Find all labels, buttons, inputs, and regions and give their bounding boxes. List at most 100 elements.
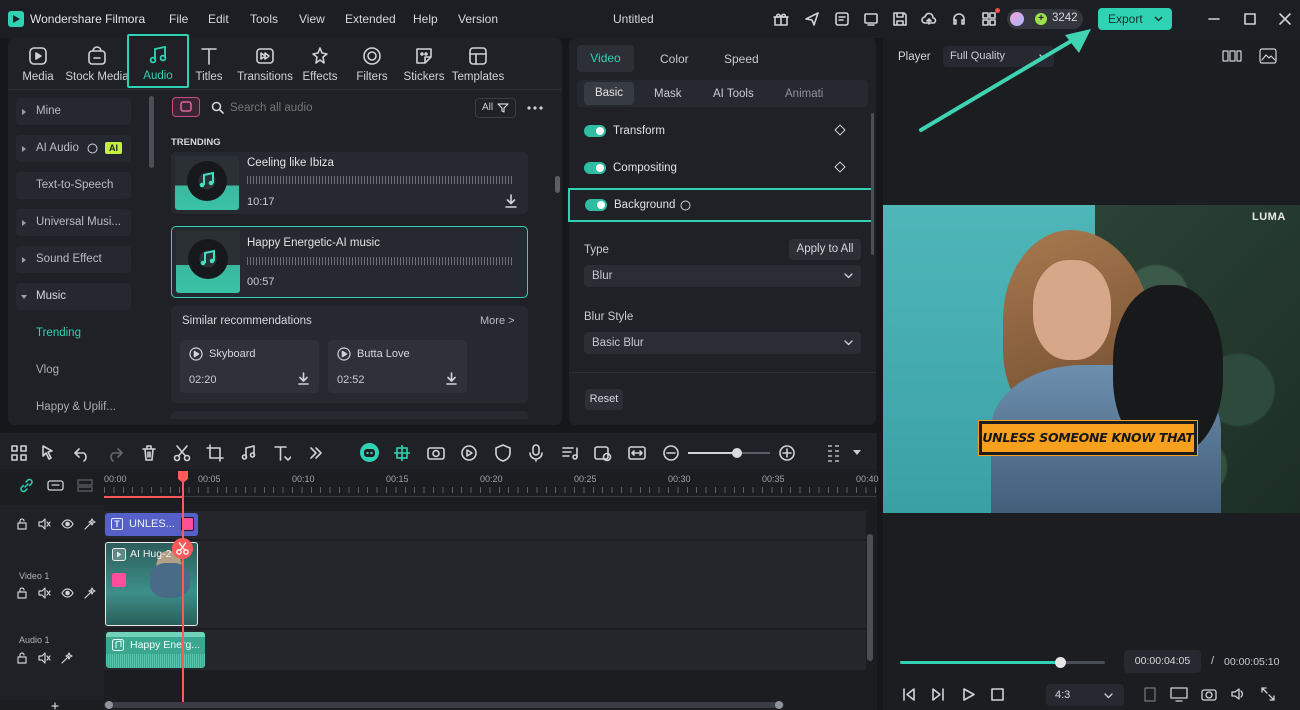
tab-video[interactable]: Video <box>577 45 634 72</box>
stop-icon[interactable] <box>990 687 1005 702</box>
tab-media[interactable]: Media <box>10 42 66 88</box>
fit-timeline-icon[interactable] <box>628 444 646 462</box>
auto-reframe-icon[interactable] <box>427 444 445 462</box>
more-tools-icon[interactable] <box>307 444 325 462</box>
mute-icon[interactable] <box>38 518 51 530</box>
render-preview-icon[interactable] <box>594 444 612 462</box>
subtab-basic[interactable]: Basic <box>584 82 634 105</box>
zoom-in-icon[interactable] <box>778 444 796 462</box>
timeline-vertical-scrollbar[interactable] <box>867 534 873 661</box>
tab-templates[interactable]: Templates <box>450 42 506 88</box>
help-circle-icon[interactable] <box>87 143 98 154</box>
title-clip[interactable]: T UNLES... <box>105 513 198 536</box>
play-circle-icon[interactable] <box>189 347 203 361</box>
aspect-ratio-dropdown[interactable]: 4:3 <box>1046 684 1124 706</box>
search-input[interactable] <box>230 99 460 117</box>
play-circle-icon[interactable] <box>337 347 351 361</box>
crop-icon[interactable] <box>206 444 224 462</box>
tab-effects[interactable]: Effects <box>292 42 348 88</box>
text-tool-icon[interactable] <box>273 444 291 462</box>
sidebar-item-ai-audio[interactable]: AI Audio AI <box>16 135 131 162</box>
shield-icon[interactable] <box>494 444 512 462</box>
compositing-toggle[interactable] <box>584 162 606 174</box>
send-icon[interactable] <box>804 11 820 27</box>
audio-list-scrollbar[interactable] <box>555 176 560 193</box>
tab-color[interactable]: Color <box>660 52 689 66</box>
minimize-icon[interactable] <box>1207 12 1221 26</box>
link-icon[interactable] <box>19 478 34 493</box>
lock-icon[interactable] <box>16 587 28 599</box>
tab-titles[interactable]: Titles <box>181 42 237 88</box>
sidebar-item-trending[interactable]: Trending <box>16 320 131 347</box>
timeline-horizontal-scrollbar[interactable] <box>104 701 784 709</box>
help-circle-icon[interactable] <box>680 200 691 211</box>
save-icon[interactable] <box>892 11 908 27</box>
audio-edit-icon[interactable] <box>240 444 258 462</box>
chevron-down-icon[interactable] <box>853 450 861 456</box>
audio-track-card[interactable]: Ceeling like Ibiza 10:17 <box>171 152 528 214</box>
lock-icon[interactable] <box>16 518 28 530</box>
magic-wand-icon[interactable] <box>84 587 96 599</box>
redo-icon[interactable] <box>106 444 124 462</box>
layout-grid-icon[interactable] <box>10 444 28 462</box>
audio-mixer-icon[interactable] <box>561 444 579 462</box>
speed-icon[interactable] <box>460 444 478 462</box>
ai-mate-icon[interactable] <box>360 443 379 462</box>
menu-file[interactable]: File <box>169 12 188 26</box>
sidebar-item-happy-uplifting[interactable]: Happy & Uplif... <box>16 394 131 421</box>
menu-version[interactable]: Version <box>458 12 498 26</box>
eye-icon[interactable] <box>61 588 74 598</box>
maximize-icon[interactable] <box>1243 12 1257 26</box>
menu-help[interactable]: Help <box>413 12 438 26</box>
sidebar-item-mine[interactable]: Mine <box>16 98 131 125</box>
download-icon[interactable] <box>504 194 518 208</box>
video-preview[interactable]: LUMA UNLESS SOMEONE KNOW THAT <box>883 205 1300 513</box>
sidebar-item-sound-effect[interactable]: Sound Effect <box>16 246 131 273</box>
eye-icon[interactable] <box>61 519 74 529</box>
tab-speed[interactable]: Speed <box>724 52 759 66</box>
previous-frame-icon[interactable] <box>901 687 916 702</box>
progress-handle[interactable] <box>1054 657 1066 668</box>
progress-track[interactable] <box>900 657 1105 668</box>
keyframe-diamond-icon[interactable] <box>834 161 846 173</box>
play-icon[interactable] <box>961 687 976 702</box>
audio-library-logo-icon[interactable] <box>172 97 200 117</box>
caption-box[interactable]: UNLESS SOMEONE KNOW THAT <box>979 421 1197 455</box>
filter-dropdown[interactable]: All <box>475 98 516 118</box>
playhead-handle[interactable] <box>177 470 189 484</box>
next-frame-icon[interactable] <box>931 687 946 702</box>
background-row[interactable]: Background <box>568 188 873 222</box>
group-icon[interactable] <box>47 479 64 492</box>
type-select[interactable]: Blur <box>584 265 861 287</box>
close-icon[interactable] <box>1278 12 1292 26</box>
split-scissors-icon[interactable] <box>172 538 193 559</box>
cloud-upload-icon[interactable] <box>921 11 937 27</box>
tab-stickers[interactable]: Stickers <box>396 42 452 88</box>
download-icon[interactable] <box>445 372 458 385</box>
subtab-ai-tools[interactable]: AI Tools <box>713 88 754 100</box>
display-icon[interactable] <box>1170 686 1188 702</box>
audio-track-card-selected[interactable]: Happy Energetic-AI music 00:57 <box>171 226 528 298</box>
sidebar-item-vlog[interactable]: Vlog <box>16 357 131 384</box>
transform-row[interactable]: Transform <box>577 118 868 144</box>
subtab-mask[interactable]: Mask <box>654 88 681 100</box>
zoom-out-icon[interactable] <box>662 444 680 462</box>
reset-button[interactable]: Reset <box>585 389 623 410</box>
grid-view-icon[interactable] <box>1222 49 1242 63</box>
more-options-icon[interactable] <box>527 106 543 110</box>
mute-icon[interactable] <box>38 652 51 664</box>
blur-style-select[interactable]: Basic Blur <box>584 332 861 354</box>
similar-item[interactable]: Butta Love 02:52 <box>328 340 467 393</box>
menu-edit[interactable]: Edit <box>208 12 229 26</box>
zoom-slider-track[interactable] <box>688 448 770 458</box>
microphone-icon[interactable] <box>527 444 545 462</box>
sidebar-item-universal-music[interactable]: Universal Musi... <box>16 209 131 236</box>
menu-extended[interactable]: Extended <box>345 12 396 26</box>
fullscreen-icon[interactable] <box>1261 687 1275 701</box>
export-button[interactable]: Export <box>1098 8 1172 30</box>
track-height-icon[interactable] <box>827 444 845 462</box>
transform-toggle[interactable] <box>584 125 606 137</box>
gift-icon[interactable] <box>773 11 789 27</box>
monitor-icon[interactable] <box>863 11 879 27</box>
menu-view[interactable]: View <box>299 12 325 26</box>
